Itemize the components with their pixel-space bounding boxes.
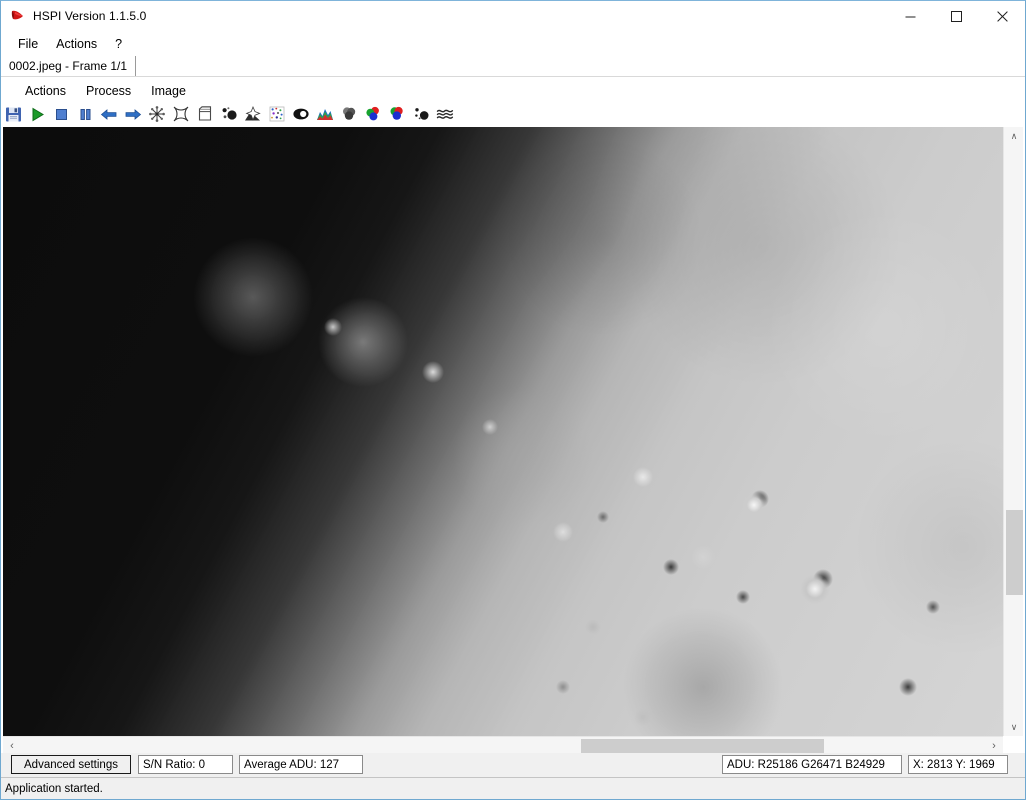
hot-pixel-button[interactable]	[217, 103, 241, 125]
star-flat-icon	[173, 106, 189, 122]
noise-reduce-icon	[269, 106, 285, 122]
play-button[interactable]	[25, 103, 49, 125]
scroll-down-button[interactable]: ∨	[1004, 718, 1024, 736]
wavelets-button[interactable]	[433, 103, 457, 125]
next-frame-button[interactable]	[121, 103, 145, 125]
rgb-combine-button[interactable]	[385, 103, 409, 125]
window-controls	[887, 1, 1025, 31]
gradient-remove-icon	[245, 105, 261, 121]
adu-rgb-field: ADU: R25186 G26471 B24929	[722, 755, 902, 774]
minimize-button[interactable]	[887, 1, 933, 31]
window-title: HSPI Version 1.1.5.0	[33, 9, 147, 23]
close-icon	[996, 10, 1008, 22]
vertical-scrollbar-thumb[interactable]	[1006, 510, 1023, 595]
grayscale-button[interactable]	[337, 103, 361, 125]
pause-icon	[80, 108, 91, 120]
menu-actions[interactable]: Actions	[47, 34, 106, 54]
contrast-icon	[293, 108, 309, 120]
play-icon	[32, 107, 44, 121]
status-message: Application started.	[5, 782, 103, 795]
moon-image[interactable]	[3, 127, 1003, 736]
contrast-button[interactable]	[289, 103, 313, 125]
menu-bar: File Actions ?	[1, 31, 1025, 56]
dust-removal-icon	[415, 108, 429, 120]
document-tab-0002[interactable]: 0002.jpeg - Frame 1/1	[1, 56, 137, 76]
histogram-icon	[317, 109, 333, 120]
maximize-button[interactable]	[933, 1, 979, 31]
average-adu-field: Average ADU: 127	[239, 755, 363, 774]
rgb-align-button[interactable]	[361, 103, 385, 125]
app-logo-icon	[10, 8, 26, 24]
dark-frame-button[interactable]	[145, 103, 169, 125]
horizontal-scrollbar-thumb[interactable]	[581, 739, 824, 754]
previous-frame-button[interactable]	[97, 103, 121, 125]
bias-frame-icon	[198, 106, 212, 121]
inner-menu-actions[interactable]: Actions	[15, 81, 76, 101]
inner-menu-process[interactable]: Process	[76, 81, 141, 101]
noise-reduction-button[interactable]	[265, 103, 289, 125]
title-bar: HSPI Version 1.1.5.0	[1, 1, 1025, 31]
bottom-info-panel: Advanced settings S/N Ratio: 0 Average A…	[1, 753, 1025, 777]
scroll-up-button[interactable]: ∧	[1004, 127, 1024, 145]
menu-help[interactable]: ?	[106, 34, 131, 54]
image-canvas-viewport[interactable]	[3, 127, 1003, 736]
dust-removal-button[interactable]	[409, 103, 433, 125]
toolbar	[1, 102, 1025, 126]
histogram-button[interactable]	[313, 103, 337, 125]
bias-frame-button[interactable]	[193, 103, 217, 125]
wavelet-icon	[436, 109, 454, 119]
minimize-icon	[905, 16, 915, 17]
stop-button[interactable]	[49, 103, 73, 125]
inner-menu-image[interactable]: Image	[141, 81, 196, 101]
cursor-xy-field: X: 2813 Y: 1969	[908, 755, 1008, 774]
child-menu-bar: Actions Process Image	[1, 79, 1025, 102]
arrow-right-icon	[125, 108, 142, 120]
save-button[interactable]	[1, 103, 25, 125]
save-icon	[5, 107, 21, 121]
application-window: HSPI Version 1.1.5.0 File Actions ? 0002…	[0, 0, 1026, 800]
maximize-icon	[950, 10, 962, 22]
sn-ratio-field: S/N Ratio: 0	[138, 755, 233, 774]
hot-pixel-icon	[222, 107, 237, 120]
grayscale-blend-icon	[343, 107, 356, 120]
close-button[interactable]	[979, 1, 1025, 31]
arrow-left-icon	[100, 108, 117, 120]
flat-field-button[interactable]	[169, 103, 193, 125]
advanced-settings-button[interactable]: Advanced settings	[11, 755, 131, 774]
rgb-align-icon	[366, 106, 379, 121]
gradient-removal-button[interactable]	[241, 103, 265, 125]
status-bar: Application started.	[1, 777, 1025, 799]
menu-file[interactable]: File	[9, 34, 47, 54]
snowflake-icon	[149, 106, 165, 122]
document-tab-strip: 0002.jpeg - Frame 1/1	[1, 56, 1025, 77]
vertical-scrollbar[interactable]: ∧ ∨	[1003, 127, 1023, 736]
stop-icon	[55, 108, 67, 120]
rgb-combine-icon	[390, 106, 403, 120]
pause-button[interactable]	[73, 103, 97, 125]
